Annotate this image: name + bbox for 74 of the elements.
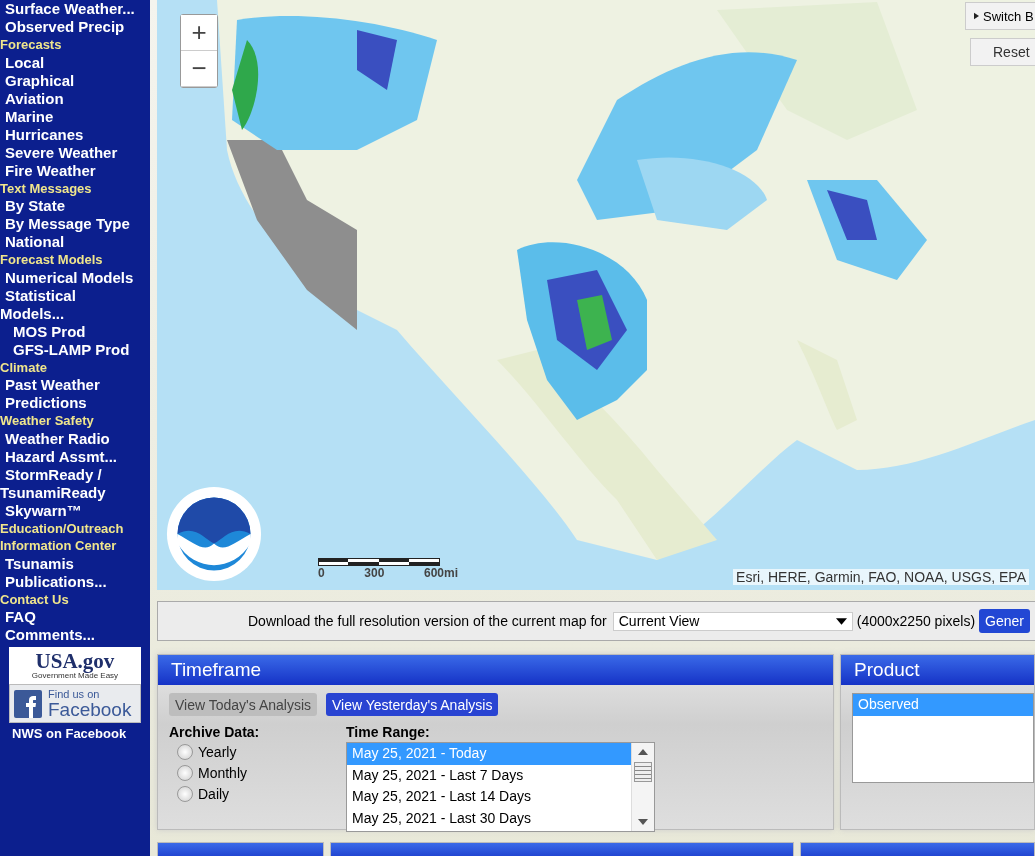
noaa-logo-icon [166,486,262,582]
panel-header: Timeframe [158,655,834,685]
sidebar-link[interactable]: Marine [0,107,136,126]
view-select[interactable]: Current View [612,611,853,631]
scale-label: 0 [318,566,325,580]
sidebar-link[interactable]: National [0,233,136,251]
switch-basemap-button[interactable]: Switch B [965,2,1035,30]
badge-text: Find us on [48,687,101,700]
time-range-label: Time Range: [346,724,431,741]
generate-button[interactable]: Gener [979,609,1030,633]
sidebar-link[interactable]: GFS-LAMP Prod [0,340,136,359]
sidebar-heading: Information Center [0,537,117,555]
list-option[interactable]: May 25, 2021 - Last 7 Days [347,764,631,786]
sidebar-link[interactable]: StormReady / TsunamiReady [0,465,136,502]
scroll-down-icon [638,819,648,825]
zoom-in-button[interactable]: + [181,15,217,51]
radio-button[interactable] [177,785,193,802]
sidebar-heading: Weather Safety [0,412,94,430]
sidebar-link[interactable]: Statistical Models... [0,286,136,323]
download-text: Download the full resolution version of the current map for [248,613,607,629]
sidebar-link[interactable]: Surface Weather... [0,0,136,18]
facebook-badge[interactable]: Find us on Facebook [9,684,141,723]
scroll-thumb[interactable] [634,762,652,782]
caret-icon [835,617,847,625]
sidebar-link[interactable]: Observed Precip [0,18,136,36]
sidebar-link[interactable]: Comments... [0,626,136,644]
badge-title: USA.gov [35,651,115,671]
sidebar-link[interactable]: Fire Weather [0,161,136,180]
sidebar-link[interactable]: By Message Type [0,215,136,233]
sidebar-link[interactable]: Aviation [0,89,136,108]
map-attribution: Esri, HERE, Garmin, FAO, NOAA, USGS, EPA [733,569,1029,585]
radio-button[interactable] [177,743,193,760]
sidebar-heading: Climate [0,358,47,376]
analysis-button[interactable]: View Yesterday's Analysis [326,693,499,716]
sidebar-link[interactable]: Numerical Models [0,268,136,287]
facebook-f-icon [14,689,42,718]
scale-label: 300 [364,566,385,580]
sidebar-heading: Text Messages [0,179,92,197]
radio-label: Daily [198,785,230,802]
list-option[interactable]: May 25, 2021 - Last 30 Days [347,807,631,829]
radio-label: Yearly [198,743,237,760]
sidebar-link[interactable]: Skywarn™ [0,501,136,520]
sidebar-link[interactable]: Past Weather [0,376,136,394]
sidebar-link[interactable]: Weather Radio [0,429,136,448]
scrollbar[interactable] [631,743,654,831]
sidebar-link[interactable]: MOS Prod [0,322,136,341]
sidebar-link[interactable]: Local [0,53,136,72]
panel-header: Product [841,655,1034,685]
reset-button[interactable]: Reset [970,38,1035,66]
facebook-link[interactable]: NWS on Facebook [12,726,127,741]
triangle-icon [974,12,979,20]
archive-label: Archive Data: [169,724,261,741]
scale-label: 600mi [423,566,458,580]
sidebar-heading: Forecast Models [0,251,103,269]
sidebar-link[interactable]: Tsunamis [0,554,136,573]
sidebar-link[interactable]: Hurricanes [0,125,136,144]
badge-title: Facebook [48,699,132,720]
sidebar-heading: Contact Us [0,590,69,608]
radio-label: Monthly [198,764,248,781]
size-text: (4000x2250 pixels) [856,613,976,629]
sidebar-link[interactable]: Predictions [0,394,136,412]
usa-gov-badge[interactable]: USA.gov Government Made Easy [9,647,141,684]
sidebar-link[interactable]: Graphical [0,71,136,90]
sidebar-link[interactable]: Publications... [0,572,136,591]
list-option[interactable]: May 25, 2021 - Last 14 Days [347,786,631,808]
sidebar-heading: Education/Outreach [0,519,124,537]
sidebar-link[interactable]: FAQ [0,608,136,626]
analysis-button[interactable]: View Today's Analysis [169,693,317,716]
sidebar-heading: Forecasts [0,36,62,54]
sidebar-link[interactable]: Hazard Assmt... [0,447,136,466]
sidebar-link[interactable]: By State [0,197,136,215]
sidebar-link[interactable]: Severe Weather [0,143,136,162]
scroll-up-icon [638,749,648,755]
radio-button[interactable] [177,764,193,781]
